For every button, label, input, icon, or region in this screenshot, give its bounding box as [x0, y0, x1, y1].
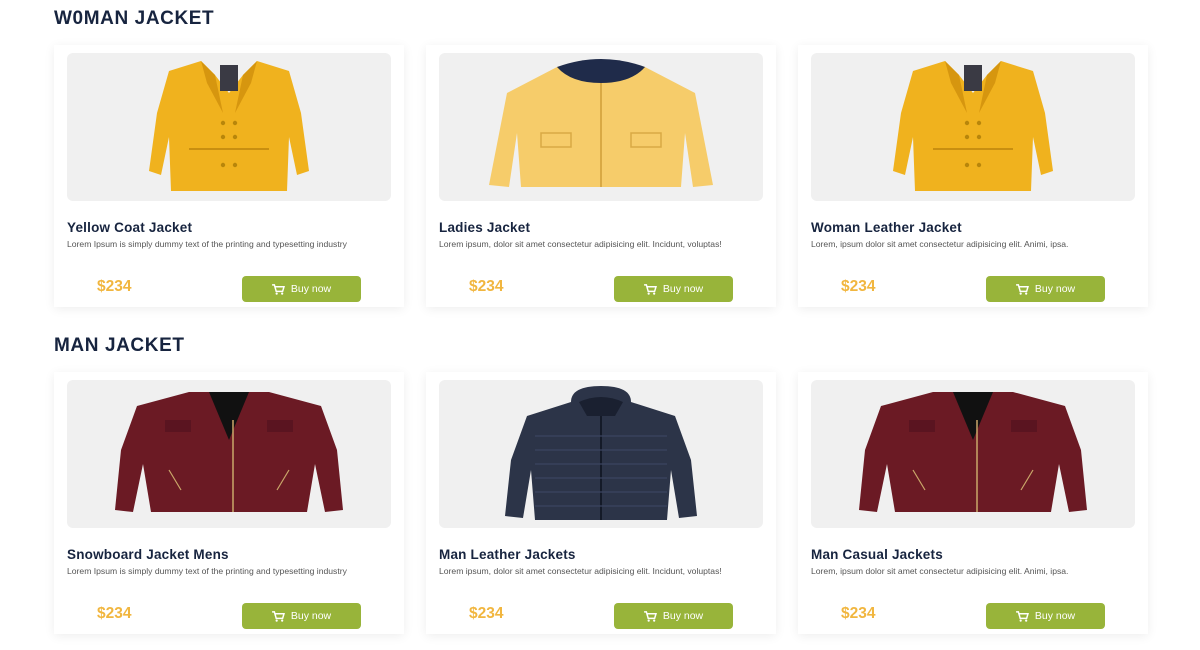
product-description: Lorem, ipsum dolor sit amet consectetur … — [811, 239, 1069, 249]
cart-icon — [643, 610, 657, 622]
cart-icon — [271, 283, 285, 295]
section-title-man: MAN JACKET — [54, 335, 185, 356]
product-name[interactable]: Snowboard Jacket Mens — [67, 547, 391, 562]
product-card: Ladies Jacket Lorem ipsum, dolor sit ame… — [426, 45, 776, 307]
product-price: $234 — [841, 278, 876, 295]
product-name[interactable]: Man Casual Jackets — [811, 547, 1135, 562]
cart-icon — [271, 610, 285, 622]
buy-now-button[interactable]: Buy now — [242, 276, 361, 302]
product-card: Woman Leather Jacket Lorem, ipsum dolor … — [798, 45, 1148, 307]
product-card: Man Leather Jackets Lorem ipsum, dolor s… — [426, 372, 776, 634]
buy-now-button[interactable]: Buy now — [614, 276, 733, 302]
product-image[interactable] — [67, 380, 391, 528]
product-price: $234 — [97, 278, 132, 295]
product-image[interactable] — [67, 53, 391, 201]
cart-icon — [1015, 283, 1029, 295]
section-title-woman: W0MAN JACKET — [54, 8, 215, 29]
product-image[interactable] — [811, 380, 1135, 528]
product-description: Lorem ipsum, dolor sit amet consectetur … — [439, 239, 722, 249]
buy-now-label: Buy now — [1034, 283, 1076, 295]
buy-now-button[interactable]: Buy now — [242, 603, 361, 629]
product-price: $234 — [469, 278, 504, 295]
buy-now-label: Buy now — [290, 283, 332, 295]
product-row-man: Snowboard Jacket Mens Lorem Ipsum is sim… — [54, 372, 1150, 636]
buy-now-button[interactable]: Buy now — [614, 603, 733, 629]
product-card: Yellow Coat Jacket Lorem Ipsum is simply… — [54, 45, 404, 307]
product-image[interactable] — [811, 53, 1135, 201]
product-description: Lorem Ipsum is simply dummy text of the … — [67, 566, 347, 576]
product-name[interactable]: Man Leather Jackets — [439, 547, 763, 562]
product-image[interactable] — [439, 53, 763, 201]
product-name[interactable]: Woman Leather Jacket — [811, 220, 1135, 235]
buy-now-label: Buy now — [290, 610, 332, 622]
product-card: Snowboard Jacket Mens Lorem Ipsum is sim… — [54, 372, 404, 634]
product-price: $234 — [469, 605, 504, 622]
product-price: $234 — [97, 605, 132, 622]
buy-now-button[interactable]: Buy now — [986, 603, 1105, 629]
cart-icon — [1015, 610, 1029, 622]
product-image[interactable] — [439, 380, 763, 528]
product-row-woman: Yellow Coat Jacket Lorem Ipsum is simply… — [54, 45, 1150, 309]
product-name[interactable]: Ladies Jacket — [439, 220, 763, 235]
cart-icon — [643, 283, 657, 295]
product-card: Man Casual Jackets Lorem, ipsum dolor si… — [798, 372, 1148, 634]
product-description: Lorem ipsum, dolor sit amet consectetur … — [439, 566, 722, 576]
product-description: Lorem Ipsum is simply dummy text of the … — [67, 239, 347, 249]
product-description: Lorem, ipsum dolor sit amet consectetur … — [811, 566, 1069, 576]
buy-now-label: Buy now — [662, 283, 704, 295]
product-price: $234 — [841, 605, 876, 622]
buy-now-label: Buy now — [662, 610, 704, 622]
product-name[interactable]: Yellow Coat Jacket — [67, 220, 391, 235]
buy-now-label: Buy now — [1034, 610, 1076, 622]
buy-now-button[interactable]: Buy now — [986, 276, 1105, 302]
